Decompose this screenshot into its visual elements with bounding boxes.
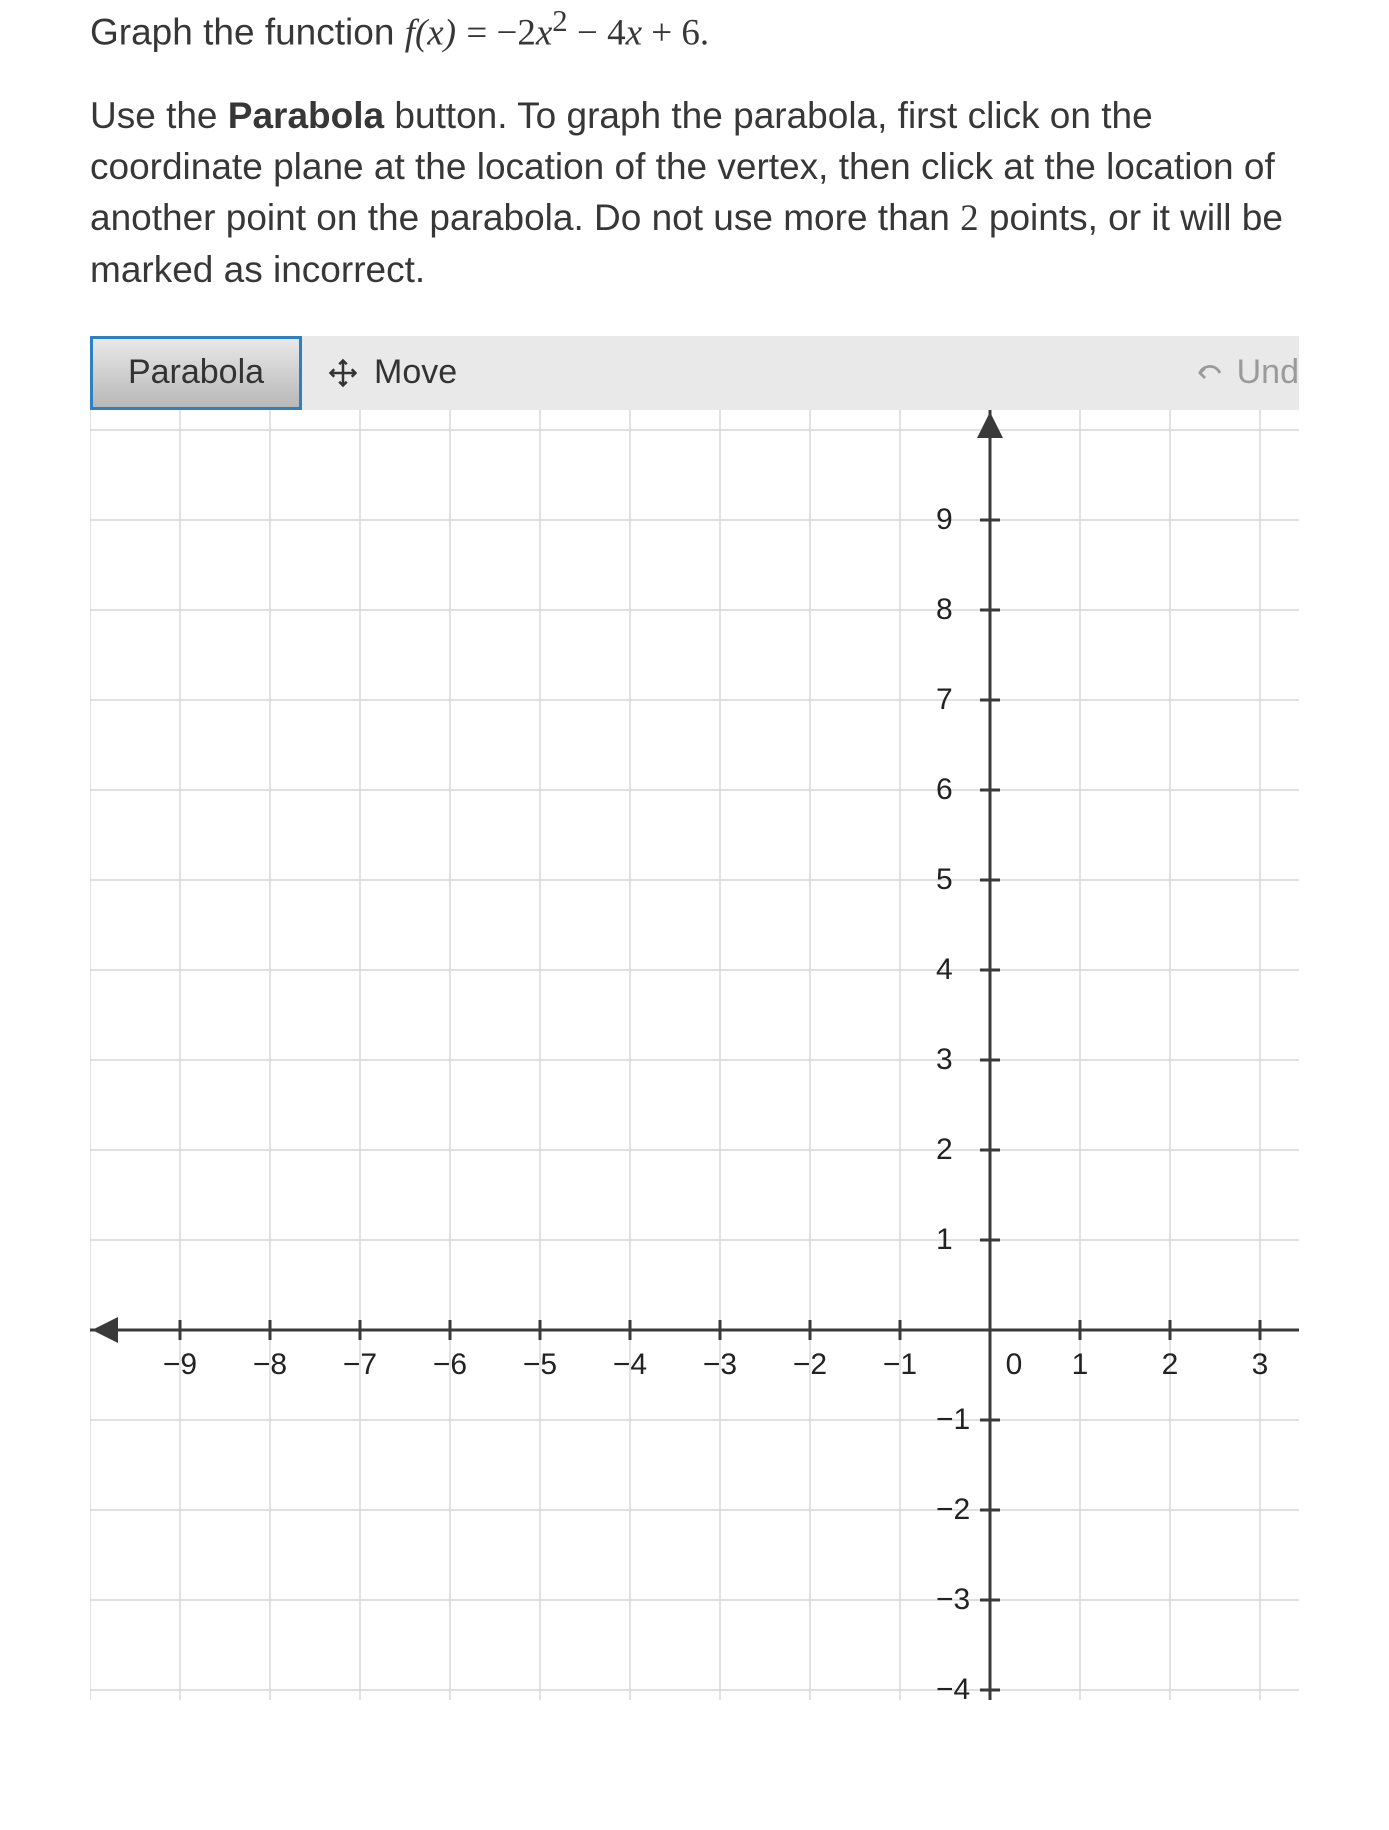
axis-tick-label: 2 xyxy=(936,1133,953,1167)
grid-svg xyxy=(90,410,1299,1700)
move-icon xyxy=(328,358,358,388)
axis-tick-label: 3 xyxy=(1252,1348,1269,1382)
axis-tick-label: 3 xyxy=(936,1043,953,1077)
axis-tick-label: −4 xyxy=(613,1348,647,1382)
parabola-tool-label: Parabola xyxy=(128,353,264,392)
axis-tick-label: −1 xyxy=(936,1403,970,1437)
move-tool-button[interactable]: Move xyxy=(302,336,483,410)
axis-tick-label: 9 xyxy=(936,503,953,537)
instructions-text: Use the Parabola button. To graph the pa… xyxy=(90,90,1299,295)
undo-label: Und xyxy=(1237,353,1299,392)
axis-tick-label: −1 xyxy=(883,1348,917,1382)
axis-tick-label: 1 xyxy=(936,1223,953,1257)
graph-toolbar: Parabola Move xyxy=(90,336,1299,410)
undo-button[interactable]: Und xyxy=(1175,336,1299,410)
parabola-tool-button[interactable]: Parabola xyxy=(90,336,302,410)
axis-tick-label: 5 xyxy=(936,863,953,897)
undo-icon xyxy=(1195,360,1225,386)
move-tool-label: Move xyxy=(374,353,457,392)
coordinate-plane[interactable]: −9 −8 −7 −6 −5 −4 −3 −2 −1 1 2 3 0 9 8 7 6 5 4 3 2 1 −1 −2 −3 −4 xyxy=(90,410,1299,1700)
axis-tick-label: −3 xyxy=(703,1348,737,1382)
axis-tick-label: 8 xyxy=(936,593,953,627)
toolbar-spacer xyxy=(483,336,1174,410)
axis-tick-label: −7 xyxy=(343,1348,377,1382)
axis-tick-label: −6 xyxy=(433,1348,467,1382)
axis-tick-label: 6 xyxy=(936,773,953,807)
axis-tick-label: −5 xyxy=(523,1348,557,1382)
axis-tick-label: −9 xyxy=(163,1348,197,1382)
axis-tick-label: −4 xyxy=(936,1673,970,1700)
axis-tick-label: 1 xyxy=(1072,1348,1089,1382)
axis-tick-label: 4 xyxy=(936,953,953,987)
axis-tick-label: 2 xyxy=(1162,1348,1179,1382)
question-text: Graph the function f(x) = −2x2 − 4x + 6. xyxy=(90,4,1299,54)
axis-tick-label: 7 xyxy=(936,683,953,717)
axis-tick-label: −8 xyxy=(253,1348,287,1382)
axis-tick-label: 0 xyxy=(1006,1348,1023,1382)
axis-tick-label: −2 xyxy=(793,1348,827,1382)
axis-tick-label: −3 xyxy=(936,1583,970,1617)
axis-tick-label: −2 xyxy=(936,1493,970,1527)
